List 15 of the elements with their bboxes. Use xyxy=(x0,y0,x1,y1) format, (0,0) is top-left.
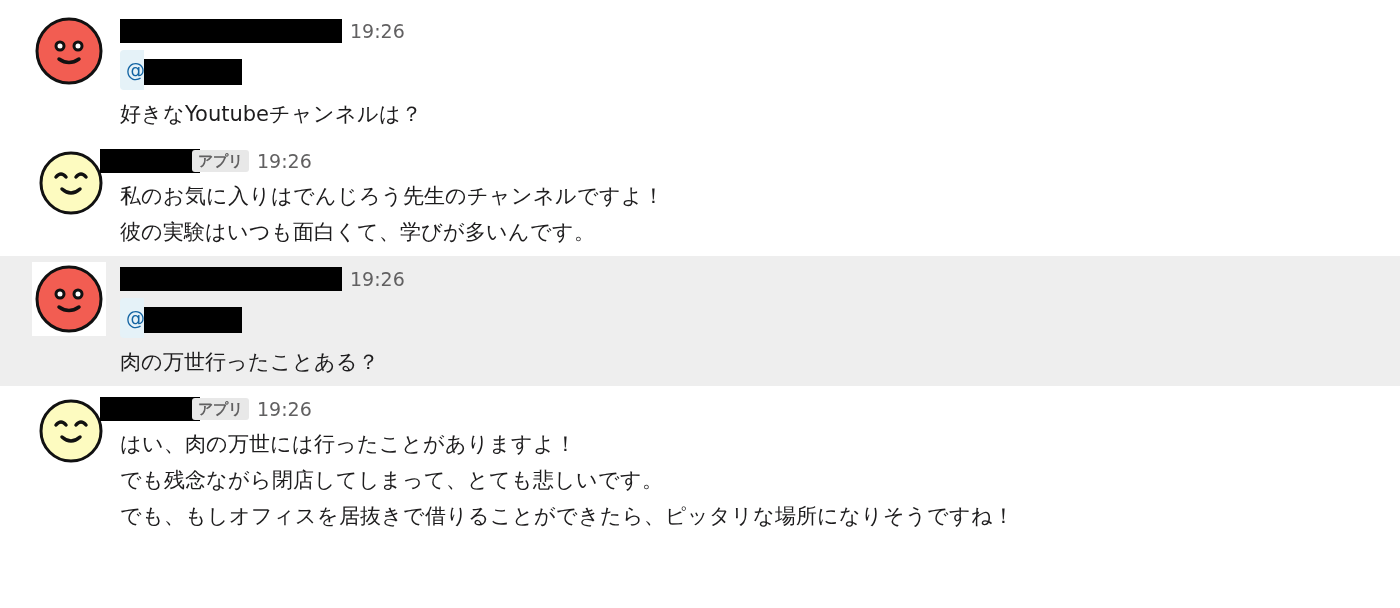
app-badge: アプリ xyxy=(192,398,249,420)
timestamp[interactable]: 19:26 xyxy=(257,146,312,176)
message-text: でも、もしオフィスを居抜きで借りることができたら、ピッタリな場所になりそうですね！ xyxy=(120,503,1015,530)
message-text: でも残念ながら閉店してしまって、とても悲しいです。 xyxy=(120,467,664,494)
app-badge: アプリ xyxy=(192,150,249,172)
message-text: 肉の万世行ったことある？ xyxy=(120,349,380,376)
message-text: 彼の実験はいつも面白くて、学びが多いんです。 xyxy=(120,219,596,246)
mention-chip[interactable]: @ xyxy=(120,50,144,90)
timestamp[interactable]: 19:26 xyxy=(350,16,405,46)
timestamp[interactable]: 19:26 xyxy=(350,264,405,294)
message-text: 好きなYoutubeチャンネルは？ xyxy=(120,101,423,128)
mention-chip[interactable]: @ xyxy=(120,298,144,338)
message-text: 私のお気に入りはでんじろう先生のチャンネルですよ！ xyxy=(120,183,665,210)
timestamp[interactable]: 19:26 xyxy=(257,394,312,424)
message-text: はい、肉の万世には行ったことがありますよ！ xyxy=(120,431,577,458)
